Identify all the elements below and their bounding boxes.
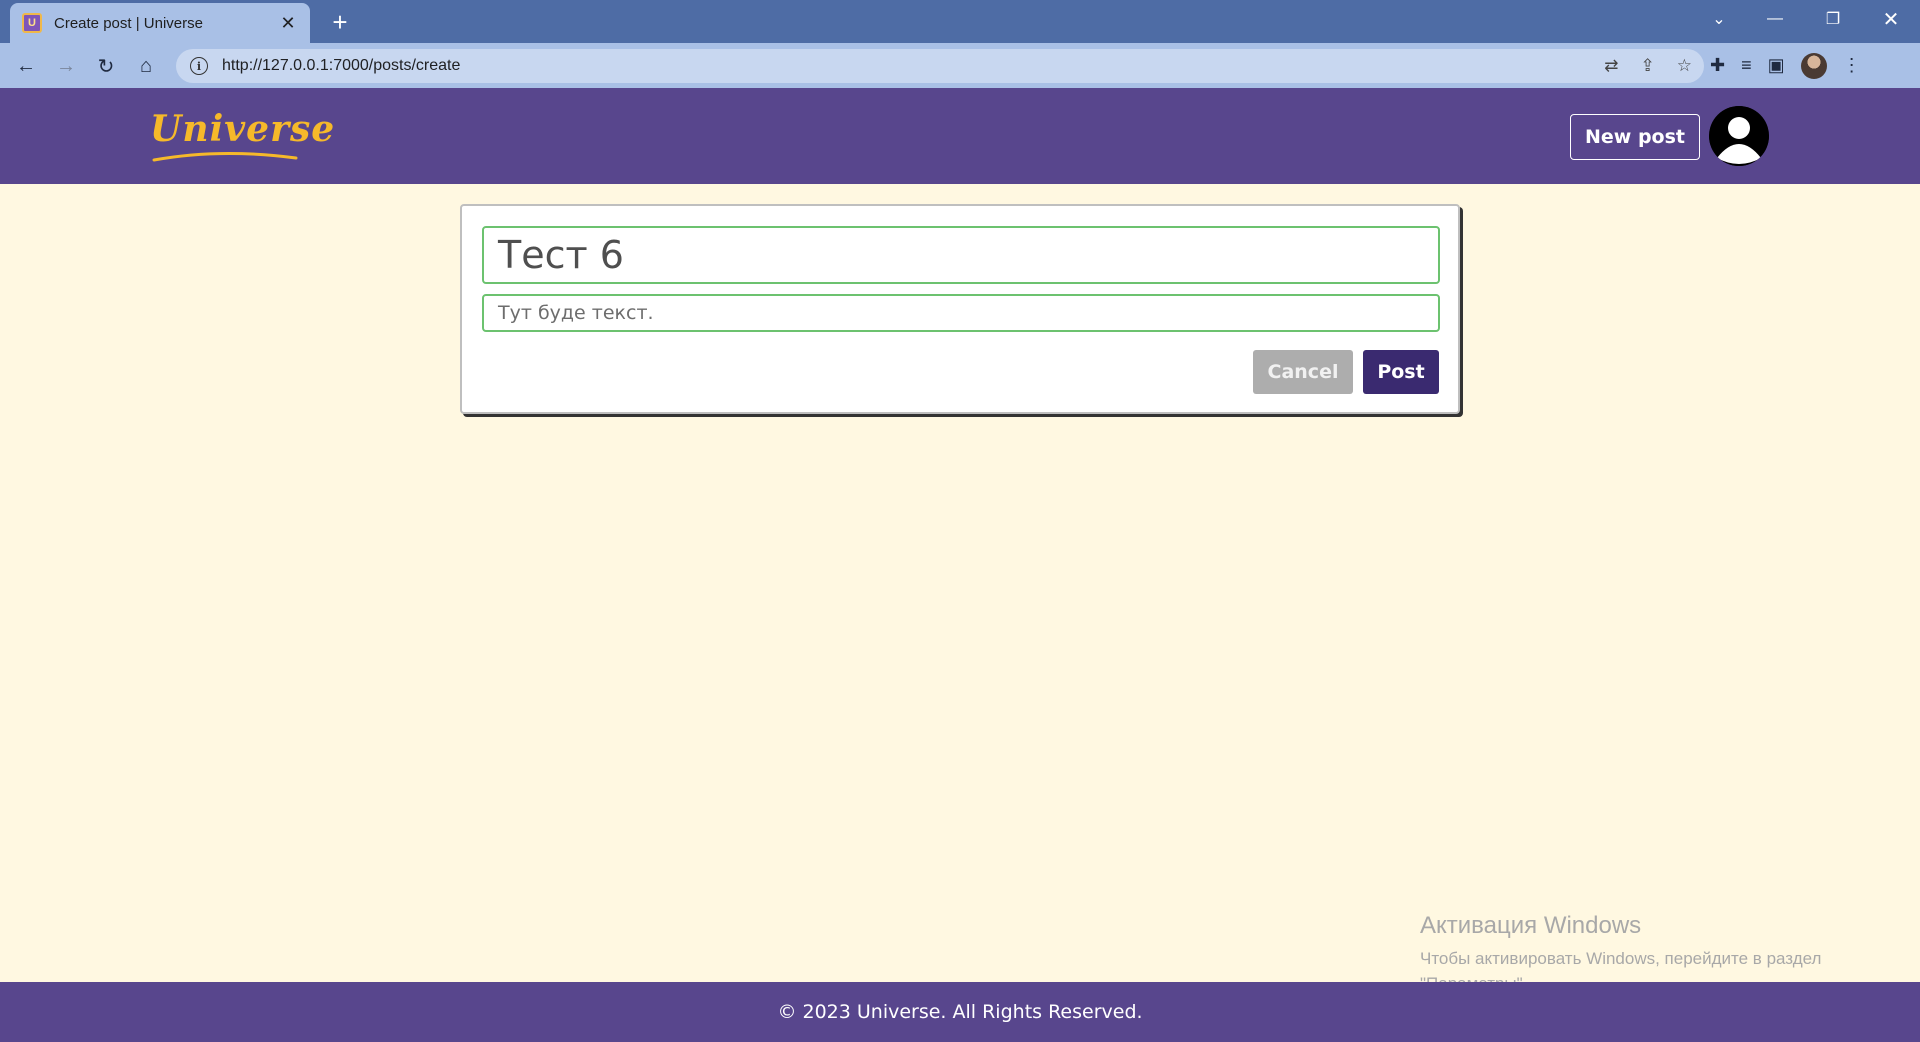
- post-title-input[interactable]: Тест 6: [482, 226, 1440, 284]
- app-header: Universe New post: [0, 88, 1920, 184]
- post-button[interactable]: Post: [1363, 350, 1439, 394]
- user-avatar[interactable]: [1709, 106, 1769, 166]
- create-post-card: Тест 6 Тут буде текст. Cancel Post: [460, 204, 1460, 414]
- cancel-button[interactable]: Cancel: [1253, 350, 1353, 394]
- new-tab-plus-icon[interactable]: +: [324, 6, 356, 38]
- translate-icon[interactable]: ⇄: [1604, 56, 1618, 76]
- page-footer: © 2023 Universe. All Rights Reserved.: [0, 982, 1920, 1042]
- logo-swoosh-icon: [152, 151, 298, 162]
- bookmark-star-icon[interactable]: ☆: [1677, 56, 1692, 76]
- watermark-line-1: Чтобы активировать Windows, перейдите в …: [1420, 949, 1822, 968]
- minimize-icon[interactable]: —: [1752, 4, 1798, 34]
- reload-icon[interactable]: ↻: [90, 50, 122, 82]
- browser-profile-avatar[interactable]: [1800, 52, 1827, 79]
- back-arrow-icon[interactable]: ←: [10, 50, 42, 82]
- media-playlist-icon[interactable]: ≡: [1741, 55, 1752, 76]
- tab-title: Create post | Universe: [54, 14, 203, 32]
- home-icon[interactable]: ⌂: [130, 50, 162, 82]
- universe-favicon-icon: U: [22, 13, 42, 33]
- user-avatar-icon: [1709, 106, 1769, 166]
- address-bar[interactable]: i http://127.0.0.1:7000/posts/create ⇄ ⇪…: [176, 49, 1704, 83]
- browser-tab-bar: U Create post | Universe ✕ + ⌄ — ❐ ✕: [0, 0, 1920, 43]
- watermark-title: Активация Windows: [1420, 912, 1642, 939]
- browser-tab[interactable]: U Create post | Universe ✕: [10, 3, 310, 43]
- browser-toolbar: ← → ↻ ⌂ i http://127.0.0.1:7000/posts/cr…: [0, 43, 1920, 88]
- close-window-icon[interactable]: ✕: [1868, 4, 1914, 34]
- universe-logo[interactable]: Universe: [150, 108, 336, 166]
- post-body-input[interactable]: Тут буде текст.: [482, 294, 1440, 332]
- address-url[interactable]: http://127.0.0.1:7000/posts/create: [222, 57, 460, 75]
- new-post-button[interactable]: New post: [1570, 114, 1700, 160]
- footer-copyright: © 2023 Universe. All Rights Reserved.: [777, 1001, 1143, 1023]
- tab-search-chevron-icon[interactable]: ⌄: [1696, 4, 1742, 34]
- logo-text: Universe: [150, 108, 336, 150]
- extensions-puzzle-icon[interactable]: ✚: [1710, 55, 1725, 76]
- site-info-icon[interactable]: i: [190, 57, 208, 75]
- restore-icon[interactable]: ❐: [1810, 4, 1856, 34]
- close-tab-icon[interactable]: ✕: [278, 13, 298, 34]
- forward-arrow-icon[interactable]: →: [50, 50, 82, 82]
- browser-menu-icon[interactable]: ⋮: [1843, 55, 1861, 76]
- share-icon[interactable]: ⇪: [1641, 56, 1655, 76]
- side-panel-icon[interactable]: ▣: [1768, 55, 1785, 76]
